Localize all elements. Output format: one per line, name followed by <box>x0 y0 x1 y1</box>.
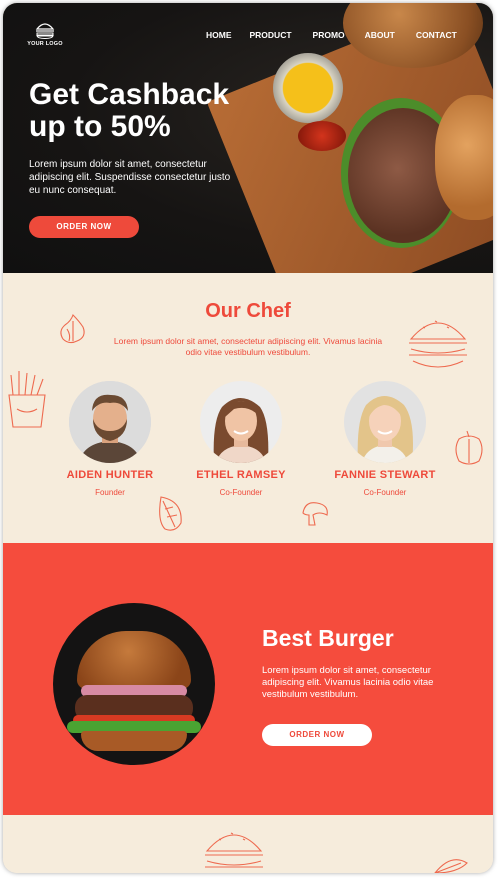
hero-headline-line2: up to 50% <box>29 110 171 143</box>
chef-name: ETHEL RAMSEY <box>196 469 286 481</box>
chef-photo-icon <box>344 381 426 463</box>
nav-menu: HOME PRODUCT PROMO ABOUT CONTACT <box>206 30 457 40</box>
avatar <box>344 381 426 463</box>
best-burger-section: Best Burger Lorem ipsum dolor sit amet, … <box>3 543 493 815</box>
chef-title: Our Chef <box>205 300 291 322</box>
hero-section: YOUR LOGO HOME PRODUCT PROMO ABOUT CONTA… <box>3 3 493 273</box>
burger-bun-image <box>435 95 493 220</box>
nav-item-about[interactable]: ABOUT <box>365 30 395 40</box>
mushroom-doodle-icon <box>302 502 328 526</box>
chef-photo-icon <box>200 381 282 463</box>
chef-description: Lorem ipsum dolor sit amet, consectetur … <box>113 336 383 357</box>
chef-photo-icon <box>69 381 151 463</box>
hero-headline: Get Cashback up to 50% <box>29 79 259 143</box>
burger-bun-top <box>77 631 191 689</box>
bottom-section <box>3 815 493 873</box>
chef-role: Founder <box>95 488 125 497</box>
best-burger-order-button[interactable]: ORDER NOW <box>262 724 372 746</box>
nav-item-promo[interactable]: PROMO <box>313 30 345 40</box>
hero-order-button[interactable]: ORDER NOW <box>29 216 139 238</box>
hero-headline-line1: Get Cashback <box>29 78 230 111</box>
hero-text: Lorem ipsum dolor sit amet, consectetur … <box>29 159 231 196</box>
burger-logo-icon <box>35 23 55 39</box>
nav-item-home[interactable]: HOME <box>206 30 232 40</box>
logo-text: YOUR LOGO <box>27 41 63 47</box>
chef-role: Co-Founder <box>219 488 263 497</box>
fries-doodle-icon <box>8 371 46 428</box>
leaf-doodle-icon <box>434 859 468 873</box>
landing-page: YOUR LOGO HOME PRODUCT PROMO ABOUT CONTA… <box>3 3 493 873</box>
chef-section: Our Chef Lorem ipsum dolor sit amet, con… <box>3 273 493 543</box>
nav-item-contact[interactable]: CONTACT <box>416 30 457 40</box>
chef-card: ETHEL RAMSEY Co-Founder <box>181 381 301 497</box>
logo[interactable]: YOUR LOGO <box>27 21 63 47</box>
burger-doodle-icon <box>205 832 263 868</box>
leaf-doodle-icon <box>159 496 182 531</box>
mustard-cup-image <box>273 53 343 123</box>
burger-photo <box>53 603 215 765</box>
tomato-image <box>298 121 346 151</box>
best-burger-text: Lorem ipsum dolor sit amet, consectetur … <box>262 665 434 700</box>
chef-name: AIDEN HUNTER <box>66 469 154 481</box>
chef-name: FANNIE STEWART <box>334 469 436 481</box>
chef-card: FANNIE STEWART Co-Founder <box>325 381 445 497</box>
nav-item-product[interactable]: PRODUCT <box>250 30 292 40</box>
best-burger-title: Best Burger <box>262 625 394 651</box>
avatar <box>200 381 282 463</box>
pepper-doodle-icon <box>455 430 483 465</box>
chef-card: AIDEN HUNTER Founder <box>50 381 170 497</box>
avatar <box>69 381 151 463</box>
chef-role: Co-Founder <box>363 488 407 497</box>
burger-bun-bottom <box>81 731 187 751</box>
